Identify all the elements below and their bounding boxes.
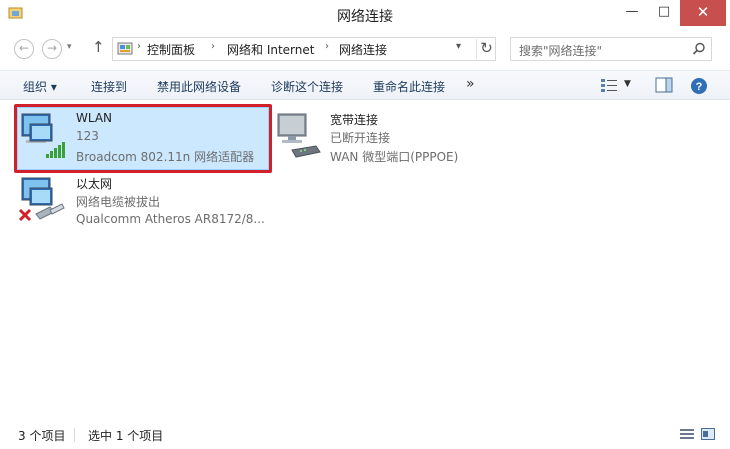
ethernet-cable-icon <box>18 177 65 222</box>
chevron-down-icon[interactable]: ▾ <box>456 41 461 52</box>
svg-text:?: ? <box>696 81 703 93</box>
up-button[interactable]: ↑ <box>92 38 105 56</box>
selected-count: 选中 1 个项目 <box>88 429 164 443</box>
organize-menu[interactable]: 组织 ▾ <box>23 78 57 95</box>
connection-name: WLAN <box>76 111 113 125</box>
connection-adapter: Broadcom 802.11n 网络适配器 <box>76 150 255 164</box>
connection-status: 网络电缆被拔出 <box>76 195 161 209</box>
search-placeholder: 搜索"网络连接" <box>519 44 603 58</box>
command-bar: 组织 ▾ 连接到 禁用此网络设备 诊断这个连接 重命名此连接 » ▼ ? <box>0 70 730 100</box>
title-bar: 网络连接 — □ ✕ <box>0 0 730 30</box>
breadcrumb-network-internet[interactable]: 网络和 Internet <box>227 41 314 58</box>
maximize-button[interactable]: □ <box>648 0 680 26</box>
status-divider <box>74 428 75 442</box>
connection-adapter: WAN 微型端口(PPPOE) <box>330 150 459 164</box>
preview-pane-icon[interactable] <box>655 77 673 93</box>
connection-adapter: Qualcomm Atheros AR8172/8... <box>76 212 265 226</box>
connection-item-ethernet[interactable]: 以太网 网络电缆被拔出 Qualcomm Atheros AR8172/8... <box>16 174 268 232</box>
connection-status: 已断开连接 <box>330 131 391 145</box>
connections-view: WLAN 123 Broadcom 802.11n 网络适配器 宽带连接 已断开… <box>0 100 730 420</box>
connection-item-broadband[interactable]: 宽带连接 已断开连接 WAN 微型端口(PPPOE) <box>270 110 522 168</box>
connection-item-wlan[interactable]: WLAN 123 Broadcom 802.11n 网络适配器 <box>16 110 268 168</box>
search-icon[interactable] <box>691 41 707 57</box>
help-icon[interactable]: ? <box>690 77 708 95</box>
connection-name: 以太网 <box>76 177 113 191</box>
tiles-view-icon[interactable] <box>701 428 715 440</box>
search-input[interactable]: 搜索"网络连接" <box>510 37 712 61</box>
minimize-button[interactable]: — <box>616 0 648 26</box>
item-count: 3 个项目 <box>18 429 66 443</box>
status-bar: 3 个项目 选中 1 个项目 <box>0 420 730 449</box>
forward-button[interactable]: → <box>42 39 62 59</box>
rename-button[interactable]: 重命名此连接 <box>373 78 445 95</box>
modem-icon <box>277 113 321 158</box>
recent-locations-dropdown[interactable]: ▾ <box>67 42 72 52</box>
change-view-icon[interactable] <box>600 77 618 93</box>
breadcrumb-separator: › <box>137 41 141 52</box>
details-view-icon[interactable] <box>680 428 694 440</box>
address-bar[interactable]: › 控制面板 › 网络和 Internet › 网络连接 ▾ ↻ <box>112 37 496 61</box>
connection-name: 宽带连接 <box>330 113 379 127</box>
wifi-signal-icon <box>21 113 65 158</box>
disable-device-button[interactable]: 禁用此网络设备 <box>157 78 241 95</box>
back-button[interactable]: ← <box>14 39 34 59</box>
connect-to-button[interactable]: 连接到 <box>91 78 127 95</box>
breadcrumb-separator: › <box>325 41 329 52</box>
breadcrumb-control-panel[interactable]: 控制面板 <box>147 41 195 58</box>
diagnose-button[interactable]: 诊断这个连接 <box>271 78 343 95</box>
address-row: ← → ▾ ↑ › 控制面板 › 网络和 Internet › 网络连接 ▾ ↻… <box>0 30 730 66</box>
control-panel-icon <box>117 42 133 55</box>
more-commands-button[interactable]: » <box>466 76 475 92</box>
connection-status: 123 <box>76 129 99 143</box>
refresh-icon[interactable]: ↻ <box>476 39 496 59</box>
breadcrumb-separator: › <box>211 41 215 52</box>
view-options-dropdown[interactable]: ▼ <box>624 79 631 89</box>
close-button[interactable]: ✕ <box>680 0 726 26</box>
breadcrumb-network-connections[interactable]: 网络连接 <box>339 41 387 58</box>
